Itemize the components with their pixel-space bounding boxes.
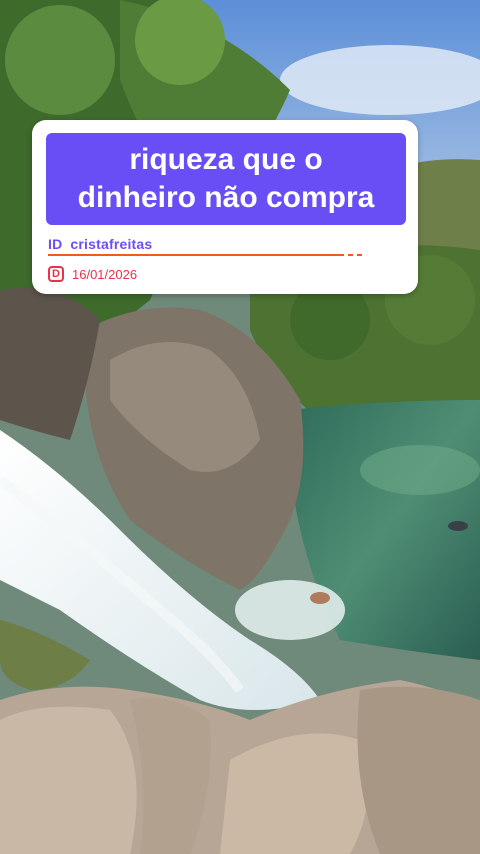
calendar-d-icon: D (48, 266, 64, 282)
underline-dash (348, 254, 353, 256)
date-row: D 16/01/2026 (48, 264, 137, 284)
id-prefix: ID (48, 236, 63, 252)
underline-dash (357, 254, 362, 256)
headline-box: riqueza que o dinheiro não compra (46, 133, 406, 225)
headline-text: riqueza que o dinheiro não compra (77, 143, 375, 214)
username: cristafreitas (70, 236, 153, 252)
date-text: 16/01/2026 (72, 266, 138, 282)
user-id[interactable]: ID cristafreitas (48, 236, 152, 252)
username-underline (48, 254, 344, 256)
